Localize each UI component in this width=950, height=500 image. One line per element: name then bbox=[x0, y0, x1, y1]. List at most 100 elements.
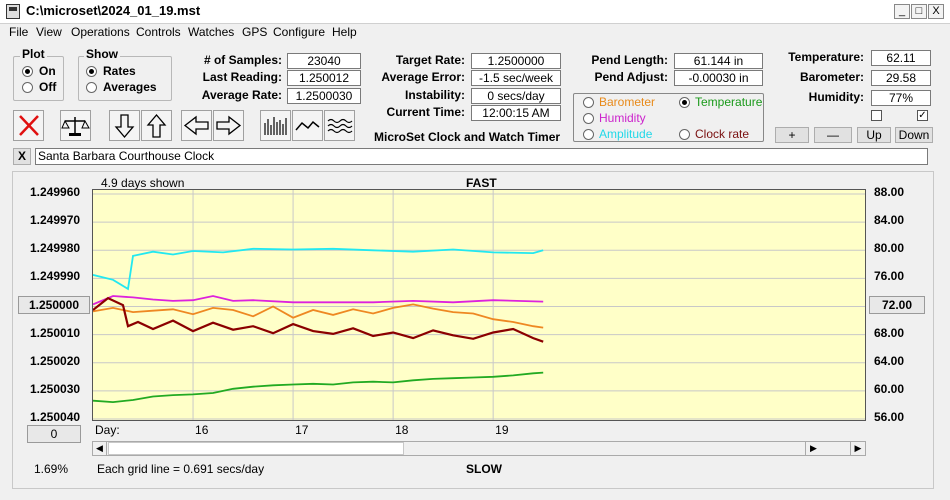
down-button[interactable]: Down bbox=[895, 127, 933, 143]
temperature-checkbox[interactable] bbox=[871, 110, 882, 121]
scroll-end-arrow-icon[interactable]: ▶ bbox=[850, 442, 865, 455]
fast-label: FAST bbox=[466, 176, 497, 190]
right-tick-label: 64.00 bbox=[874, 353, 905, 368]
scroll-left-button[interactable] bbox=[181, 110, 212, 141]
line-view-button[interactable] bbox=[292, 110, 323, 141]
minimize-button[interactable]: _ bbox=[894, 4, 910, 19]
temperature-value: 62.11 bbox=[871, 50, 931, 66]
clock-rate-option-label: Clock rate bbox=[695, 127, 750, 141]
plot-group bbox=[13, 56, 64, 101]
right-tick-label: 84.00 bbox=[874, 213, 905, 228]
series-line-4 bbox=[93, 371, 544, 404]
left-tick-label: 1.249990 bbox=[30, 269, 81, 284]
instability-value: 0 secs/day bbox=[471, 88, 561, 104]
minus-button[interactable]: — bbox=[814, 127, 852, 143]
last-reading-value: 1.250012 bbox=[287, 70, 361, 86]
series-line-3 bbox=[93, 296, 544, 343]
right-tick-label: 68.00 bbox=[874, 325, 905, 340]
menu-bar: File View Operations Controls Watches GP… bbox=[0, 24, 950, 42]
barometer-label: Barometer: bbox=[799, 70, 864, 84]
current-time-value: 12:00:15 AM bbox=[471, 105, 561, 121]
humidity-radio[interactable] bbox=[583, 113, 594, 124]
stop-button[interactable] bbox=[13, 110, 44, 141]
barometer-radio[interactable] bbox=[583, 97, 594, 108]
plot-on-label: On bbox=[39, 64, 56, 78]
plot-off-label: Off bbox=[39, 80, 57, 94]
menu-view[interactable]: View bbox=[36, 25, 62, 39]
pend-adjust-value: -0.00030 in bbox=[674, 70, 763, 86]
bars-icon bbox=[264, 117, 287, 135]
day-tick-label: 17 bbox=[295, 423, 309, 437]
close-button[interactable]: X bbox=[928, 4, 944, 19]
offset-zero-button[interactable]: 0 bbox=[27, 425, 81, 443]
left-tick-label: 1.250020 bbox=[30, 353, 81, 368]
menu-file[interactable]: File bbox=[9, 25, 28, 39]
scroll-right-arrow-icon[interactable]: ▶ bbox=[805, 442, 821, 455]
series-line-1 bbox=[93, 295, 544, 306]
instability-label: Instability: bbox=[404, 88, 465, 102]
days-shown-label: 4.9 days shown bbox=[101, 176, 185, 190]
clear-name-button[interactable]: X bbox=[13, 148, 31, 165]
menu-controls[interactable]: Controls bbox=[136, 25, 181, 39]
horizontal-scrollbar[interactable]: ◀ ▶ ▶ bbox=[92, 441, 866, 456]
scroll-right-button[interactable] bbox=[213, 110, 244, 141]
rate-down-button[interactable] bbox=[109, 110, 140, 141]
pend-length-label: Pend Length: bbox=[591, 53, 668, 67]
left-tick-label: 1.249970 bbox=[30, 213, 81, 228]
temperature-option-label: Temperature bbox=[695, 95, 763, 109]
title-bar: C:\microset\2024_01_19.mst _ □ X bbox=[0, 0, 950, 24]
average-rate-value: 1.2500030 bbox=[287, 88, 361, 104]
arrow-left-icon bbox=[183, 115, 209, 136]
series-line-2 bbox=[93, 303, 544, 329]
scroll-left-arrow-icon[interactable]: ◀ bbox=[93, 442, 107, 455]
last-reading-label: Last Reading: bbox=[202, 70, 282, 84]
barometer-value: 29.58 bbox=[871, 70, 931, 86]
balance-scale-icon bbox=[61, 117, 90, 136]
slow-label: SLOW bbox=[466, 462, 502, 476]
left-tick-label: 1.249980 bbox=[30, 241, 81, 256]
pend-length-value: 61.144 in bbox=[674, 53, 763, 69]
smooth-view-button[interactable] bbox=[324, 110, 355, 141]
day-label: Day: bbox=[95, 423, 120, 437]
humidity-checkbox[interactable]: ✓ bbox=[917, 110, 928, 121]
scroll-thumb[interactable] bbox=[108, 442, 404, 455]
show-group bbox=[78, 56, 172, 101]
center-rate-button[interactable]: 1.250000 bbox=[18, 296, 90, 314]
show-group-title: Show bbox=[84, 47, 120, 61]
menu-operations[interactable]: Operations bbox=[71, 25, 130, 39]
samples-label: # of Samples: bbox=[203, 53, 282, 67]
average-error-label: Average Error: bbox=[381, 70, 465, 84]
rate-up-button[interactable] bbox=[141, 110, 172, 141]
close-x-icon bbox=[19, 115, 39, 136]
footer-percent-label: 1.69% bbox=[34, 462, 69, 476]
clock-name-input[interactable]: Santa Barbara Courthouse Clock bbox=[35, 148, 928, 165]
average-rate-label: Average Rate: bbox=[201, 88, 282, 102]
app-icon bbox=[6, 4, 20, 19]
plus-button[interactable]: + bbox=[775, 127, 809, 143]
maximize-button[interactable]: □ bbox=[911, 4, 927, 19]
arrow-up-icon bbox=[146, 113, 167, 138]
show-rates-radio[interactable] bbox=[86, 66, 97, 77]
day-tick-label: 16 bbox=[195, 423, 209, 437]
temperature-radio[interactable] bbox=[679, 97, 690, 108]
day-tick-label: 18 bbox=[395, 423, 409, 437]
menu-help[interactable]: Help bbox=[332, 25, 357, 39]
plot-off-radio[interactable] bbox=[22, 82, 33, 93]
arrow-right-icon bbox=[216, 115, 242, 136]
clock-rate-radio[interactable] bbox=[679, 129, 690, 140]
temperature-label: Temperature: bbox=[788, 50, 864, 64]
balance-button[interactable] bbox=[60, 110, 91, 141]
menu-configure[interactable]: Configure bbox=[273, 25, 325, 39]
series-line-0 bbox=[93, 247, 544, 291]
show-averages-radio[interactable] bbox=[86, 82, 97, 93]
bar-view-button[interactable] bbox=[260, 110, 291, 141]
center-temp-button[interactable]: 72.00 bbox=[869, 296, 925, 314]
up-button[interactable]: Up bbox=[857, 127, 891, 143]
app-name-label: MicroSet Clock and Watch Timer bbox=[374, 130, 561, 144]
samples-value: 23040 bbox=[287, 53, 361, 69]
plot-on-radio[interactable] bbox=[22, 66, 33, 77]
amplitude-radio[interactable] bbox=[583, 129, 594, 140]
right-tick-label: 76.00 bbox=[874, 269, 905, 284]
menu-watches[interactable]: Watches bbox=[188, 25, 234, 39]
menu-gps[interactable]: GPS bbox=[242, 25, 267, 39]
